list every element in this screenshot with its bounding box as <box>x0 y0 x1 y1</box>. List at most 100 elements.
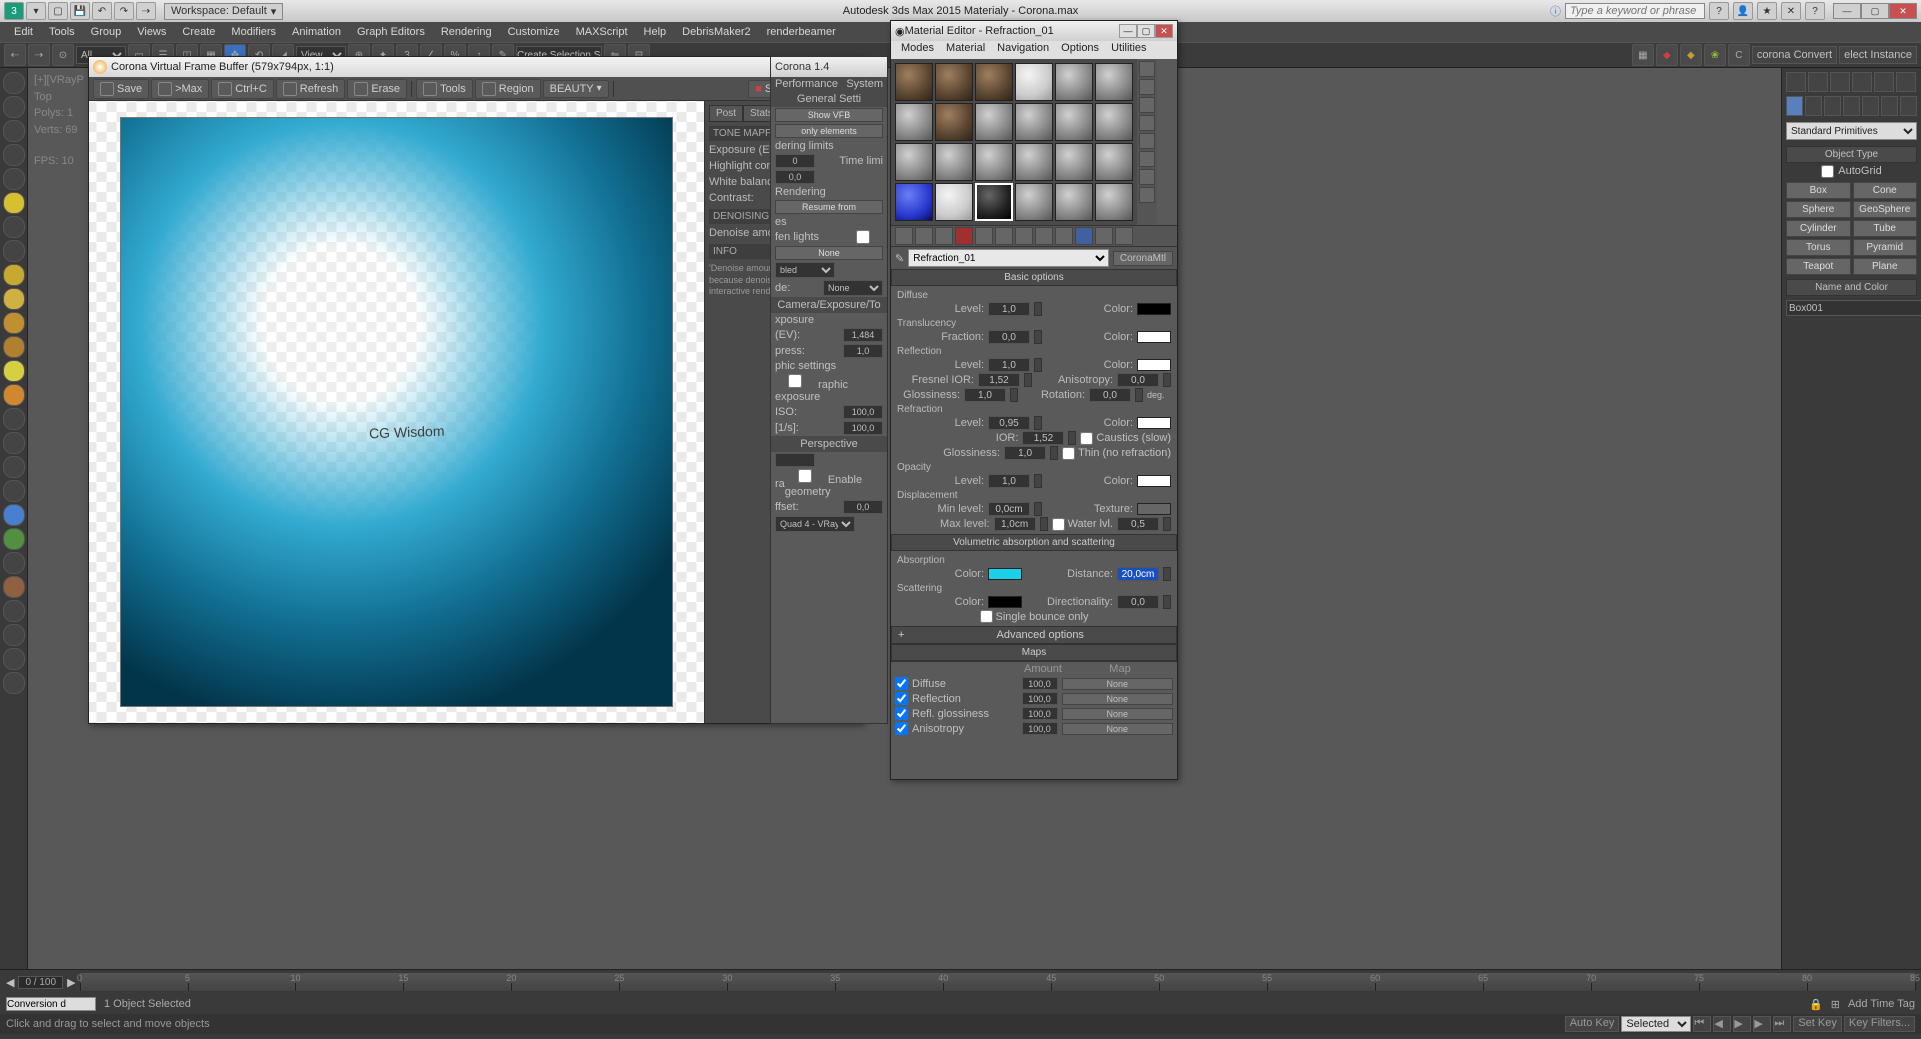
mat-slot-4[interactable] <box>1015 63 1053 101</box>
diffuse-level-input[interactable] <box>988 302 1030 316</box>
setkey-button[interactable]: Set Key <box>1793 1016 1842 1032</box>
timeline[interactable]: ◀ 0 / 100 ▶ 0510152025303540455055606570… <box>0 970 1921 994</box>
lt-4-icon[interactable] <box>3 144 25 166</box>
lt-10-icon[interactable] <box>3 288 25 310</box>
checker-icon[interactable]: ▦ <box>1632 44 1654 66</box>
directionality-input[interactable] <box>1117 595 1159 609</box>
vfb-tomax-button[interactable]: >Max <box>151 79 209 99</box>
mat-slot-16[interactable] <box>1015 143 1053 181</box>
spin-icon[interactable] <box>1040 517 1048 531</box>
disp-texture-button[interactable] <box>1137 503 1171 515</box>
me-menu-navigation[interactable]: Navigation <box>991 41 1055 59</box>
compress-input[interactable] <box>843 344 883 358</box>
maps-header[interactable]: Maps <box>891 644 1177 661</box>
reflection-gloss-input[interactable] <box>964 388 1006 402</box>
vfb-channel-dropdown[interactable]: BEAUTY ▾ <box>543 80 609 98</box>
modify-tab-icon[interactable] <box>1808 72 1828 92</box>
spin-icon[interactable] <box>1163 373 1171 387</box>
menu-group[interactable]: Group <box>83 24 130 40</box>
mat-slot-1[interactable] <box>895 63 933 101</box>
quad-select[interactable]: Quad 4 - VRayF <box>775 516 855 532</box>
put-to-lib-icon[interactable] <box>1015 227 1033 245</box>
maxscript-listener[interactable] <box>6 997 96 1011</box>
translucency-color-swatch[interactable] <box>1137 331 1171 343</box>
workspace-dropdown[interactable]: Workspace: Default▾ <box>164 3 283 20</box>
sample-type-icon[interactable] <box>1139 61 1155 77</box>
box-button[interactable]: Box <box>1786 182 1851 199</box>
lt-9-icon[interactable] <box>3 264 25 286</box>
opacity-color-swatch[interactable] <box>1137 475 1171 487</box>
add-time-tag[interactable]: Add Time Tag <box>1848 998 1915 1010</box>
backlight-icon[interactable] <box>1139 79 1155 95</box>
map-diffuse-amount[interactable] <box>1022 677 1058 690</box>
map-reflection-slot[interactable]: None <box>1062 693 1174 705</box>
show-vfb-button[interactable]: Show VFB <box>775 108 883 122</box>
water-lvl-checkbox[interactable]: Water lvl. <box>1052 518 1113 531</box>
map-aniso-amount[interactable] <box>1022 722 1058 735</box>
app-icon[interactable]: 3 <box>4 2 24 20</box>
gold-cube-icon[interactable]: ◆ <box>1680 44 1702 66</box>
mat-slot-14[interactable] <box>935 143 973 181</box>
link-icon[interactable]: ⇢ <box>136 2 156 20</box>
shapes-cat-icon[interactable] <box>1805 96 1822 116</box>
signin-icon[interactable]: 👤 <box>1733 2 1753 20</box>
lt-12-icon[interactable] <box>3 336 25 358</box>
mat-slot-19[interactable] <box>895 183 933 221</box>
torus-button[interactable]: Torus <box>1786 239 1851 256</box>
advanced-options-header[interactable]: +Advanced options <box>891 626 1177 644</box>
thin-checkbox[interactable]: Thin (no refraction) <box>1062 447 1171 460</box>
menu-tools[interactable]: Tools <box>41 24 83 40</box>
sphere-button[interactable]: Sphere <box>1786 201 1851 218</box>
next-frame-icon[interactable]: ▶ <box>1753 1016 1771 1032</box>
spin-icon[interactable] <box>1034 330 1042 344</box>
vfb-titlebar[interactable]: Corona Virtual Frame Buffer (579x794px, … <box>89 57 862 77</box>
map-aniso-checkbox[interactable] <box>895 722 908 735</box>
menu-views[interactable]: Views <box>129 24 174 40</box>
iso-input[interactable] <box>843 405 883 419</box>
make-unique-icon[interactable] <box>995 227 1013 245</box>
refraction-ior-input[interactable] <box>1022 431 1064 445</box>
limit-0-input[interactable] <box>775 154 815 168</box>
mat-slot-21-active[interactable] <box>975 183 1013 221</box>
mat-slot-5[interactable] <box>1055 63 1093 101</box>
spin-icon[interactable] <box>1034 302 1042 316</box>
vfb-copy-button[interactable]: Ctrl+C <box>211 79 273 99</box>
mat-slot-10[interactable] <box>1015 103 1053 141</box>
object-name-input[interactable] <box>1786 300 1921 316</box>
uv-tiling-icon[interactable] <box>1139 115 1155 131</box>
redo-icon[interactable]: ↷ <box>114 2 134 20</box>
de-select[interactable]: None <box>823 280 883 296</box>
lt-19-icon[interactable] <box>3 504 25 526</box>
refraction-color-swatch[interactable] <box>1137 417 1171 429</box>
bind-icon[interactable]: ⊙ <box>52 44 74 66</box>
none-button[interactable]: None <box>775 246 883 260</box>
lt-5-icon[interactable] <box>3 168 25 190</box>
mat-slot-23[interactable] <box>1055 183 1093 221</box>
lt-25-icon[interactable] <box>3 648 25 670</box>
lt-17-icon[interactable] <box>3 456 25 478</box>
camera-exposure-header[interactable]: Camera/Exposure/To <box>771 297 887 313</box>
show-result-icon[interactable] <box>1075 227 1093 245</box>
water-lvl-input[interactable] <box>1117 517 1159 531</box>
lock-icon[interactable]: 🔒 <box>1809 998 1823 1011</box>
scattering-color-swatch[interactable] <box>988 596 1022 608</box>
map-reflection-checkbox[interactable] <box>895 692 908 705</box>
mat-slot-12[interactable] <box>1095 103 1133 141</box>
vfb-save-button[interactable]: Save <box>93 79 149 99</box>
mat-slot-20[interactable] <box>935 183 973 221</box>
exchange-icon[interactable]: ✕ <box>1781 2 1801 20</box>
primitive-category[interactable]: Standard Primitives <box>1786 122 1917 140</box>
spin-icon[interactable] <box>1163 517 1171 531</box>
show-map-icon[interactable] <box>1055 227 1073 245</box>
spin-icon[interactable] <box>1034 358 1042 372</box>
single-bounce-checkbox[interactable]: Single bounce only <box>980 610 1089 623</box>
lt-18-icon[interactable] <box>3 480 25 502</box>
plane-button[interactable]: Plane <box>1853 258 1918 275</box>
reset-map-icon[interactable] <box>955 227 973 245</box>
mat-slot-13[interactable] <box>895 143 933 181</box>
star-icon[interactable]: ★ <box>1757 2 1777 20</box>
go-parent-icon[interactable] <box>1095 227 1113 245</box>
lt-7-icon[interactable] <box>3 216 25 238</box>
resume-button[interactable]: Resume from <box>775 200 883 214</box>
goto-start-icon[interactable]: ⏮ <box>1693 1016 1711 1032</box>
